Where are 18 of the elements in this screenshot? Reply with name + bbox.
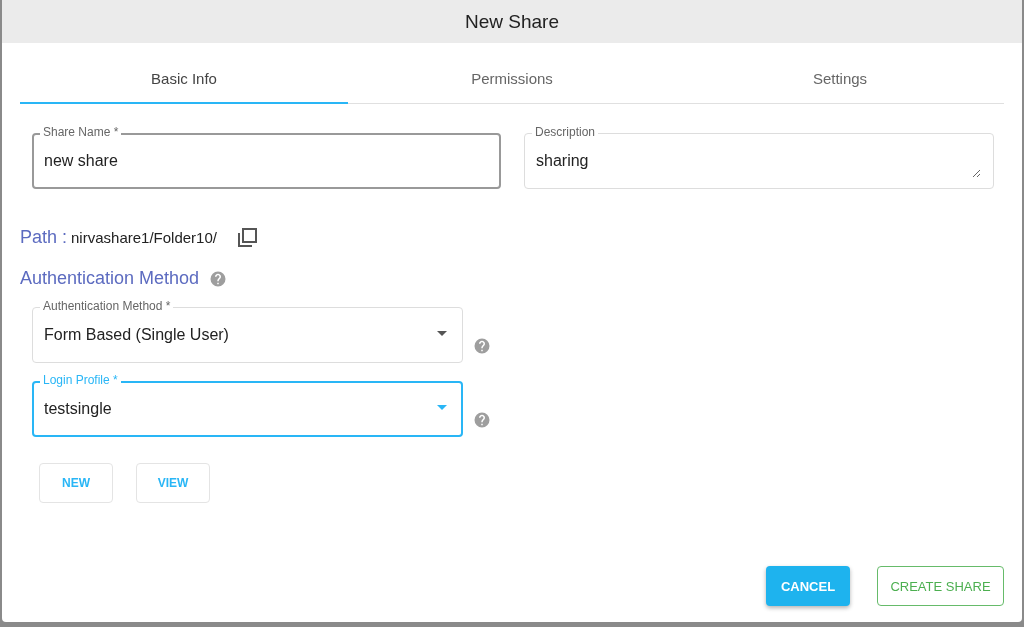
description-field[interactable]: Description sharing	[524, 125, 994, 189]
share-name-field[interactable]: Share Name * new share	[32, 125, 501, 189]
dialog-title: New Share	[2, 0, 1022, 43]
tab[interactable]: Permissions	[348, 55, 676, 104]
help-icon[interactable]	[473, 411, 491, 429]
help-icon[interactable]	[473, 337, 491, 355]
tab[interactable]: Settings	[676, 55, 1004, 104]
section-title: Authentication Method	[20, 268, 200, 289]
help-icon[interactable]	[209, 269, 228, 288]
tab[interactable]: Basic Info	[20, 55, 348, 104]
resize-grip-icon[interactable]	[972, 169, 980, 177]
select-field[interactable]: Login Profile * testsingle	[32, 373, 463, 437]
caret-icon	[437, 331, 447, 336]
copy-icon[interactable]	[236, 227, 257, 248]
select-field[interactable]: Authentication Method * Form Based (Single User)	[32, 299, 463, 363]
path-value: nirvashare1/Folder10/	[71, 229, 217, 246]
path-label: Path :	[20, 227, 68, 248]
caret-icon	[437, 405, 447, 410]
